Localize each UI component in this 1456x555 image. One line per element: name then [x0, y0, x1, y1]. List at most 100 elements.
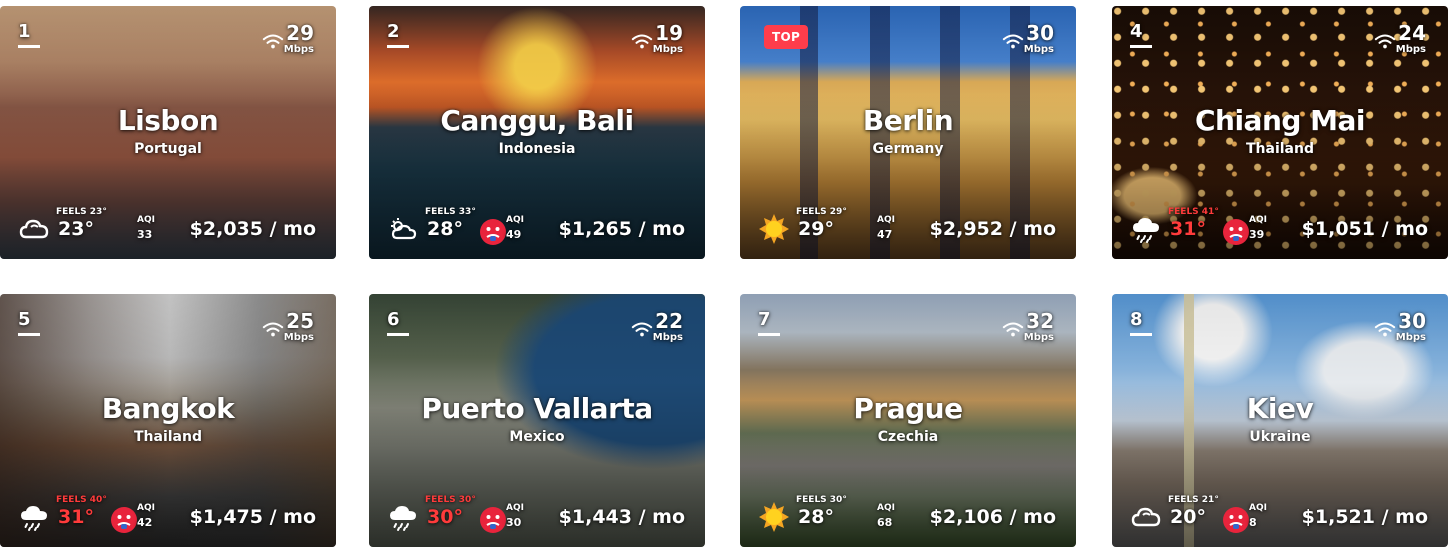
temperature: 30° — [427, 506, 463, 528]
rank-number: 6 — [387, 310, 409, 336]
internet-speed-value: 30 — [1398, 309, 1426, 333]
rain-icon — [1133, 218, 1159, 243]
aqi-label: AQI — [1249, 215, 1267, 225]
aqi-label: AQI — [506, 215, 524, 225]
internet-speed-value: 24 — [1398, 21, 1426, 45]
cost-of-living: $1,443 / mo — [558, 506, 685, 528]
city-card-canggu-bali[interactable]: 2 19 Mbps Canggu, Bali Indonesia FEELS 3… — [369, 6, 705, 259]
internet-speed-value: 29 — [286, 21, 314, 45]
internet-speed-unit: Mbps — [652, 332, 683, 343]
cost-of-living: $2,106 / mo — [929, 506, 1056, 528]
internet-speed-value: 32 — [1026, 309, 1054, 333]
wifi-icon — [1002, 34, 1024, 49]
cost-of-living: $2,952 / mo — [929, 218, 1056, 240]
country-name: Portugal — [134, 141, 202, 157]
aqi-value: 33 — [137, 228, 153, 241]
rank-number: 5 — [18, 310, 40, 336]
aqi-label: AQI — [877, 215, 895, 225]
city-name: Puerto Vallarta — [421, 392, 653, 425]
wifi-icon — [1002, 322, 1024, 337]
country-name: Indonesia — [498, 141, 576, 157]
internet-speed: 24 Mbps — [1396, 22, 1426, 55]
city-card-lisbon[interactable]: 1 29 Mbps Lisbon Portugal FEELS 23° 23° … — [0, 6, 336, 259]
city-card-puerto-vallarta[interactable]: 6 22 Mbps Puerto Vallarta Mexico FEELS 3… — [369, 294, 705, 547]
rank-number: 4 — [1130, 22, 1152, 48]
rank-number: 7 — [758, 310, 780, 336]
rain-icon — [21, 506, 47, 531]
internet-speed-unit: Mbps — [1023, 44, 1054, 55]
wifi-icon — [631, 322, 653, 337]
aqi-label: AQI — [1249, 503, 1267, 513]
aqi-label: AQI — [506, 503, 524, 513]
country-name: Czechia — [877, 429, 939, 445]
cost-of-living: $1,475 / mo — [189, 506, 316, 528]
aqi-value: 30 — [506, 516, 522, 529]
temperature: 23° — [58, 218, 94, 240]
internet-speed: 30 Mbps — [1396, 310, 1426, 343]
internet-speed-unit: Mbps — [1023, 332, 1054, 343]
cloudy-icon — [1131, 507, 1161, 527]
feels-like: FEELS 30° — [425, 495, 476, 505]
feels-like: FEELS 40° — [56, 495, 107, 505]
cost-of-living: $1,521 / mo — [1301, 506, 1428, 528]
internet-speed-unit: Mbps — [283, 44, 314, 55]
feels-like: FEELS 41° — [1168, 207, 1219, 217]
internet-speed: 22 Mbps — [653, 310, 683, 343]
internet-speed: 29 Mbps — [284, 22, 314, 55]
country-name: Ukraine — [1249, 429, 1311, 445]
internet-speed-value: 22 — [655, 309, 683, 333]
rank-number: 8 — [1130, 310, 1152, 336]
internet-speed-unit: Mbps — [1395, 44, 1426, 55]
feels-like: FEELS 23° — [56, 207, 107, 217]
wifi-icon — [262, 322, 284, 337]
aqi-face-icon — [480, 507, 506, 533]
top-badge: TOP — [764, 25, 809, 49]
rank-number: 1 — [18, 22, 40, 48]
aqi-value: 49 — [506, 228, 522, 241]
city-card-berlin[interactable]: TOP 30 Mbps Berlin Germany FEELS 29° 29°… — [740, 6, 1076, 259]
rain-icon — [390, 506, 416, 531]
cloudy-icon — [19, 219, 49, 239]
country-name: Thailand — [134, 429, 202, 445]
city-name: Bangkok — [101, 392, 235, 425]
sun-icon — [759, 502, 789, 532]
country-name: Thailand — [1246, 141, 1314, 157]
city-card-prague[interactable]: 7 32 Mbps Prague Czechia FEELS 30° 28° A… — [740, 294, 1076, 547]
country-name: Mexico — [509, 429, 565, 445]
internet-speed-unit: Mbps — [1395, 332, 1426, 343]
aqi-value: 68 — [877, 516, 893, 529]
internet-speed-value: 25 — [286, 309, 314, 333]
temperature: 31° — [58, 506, 94, 528]
city-card-chiang-mai[interactable]: 4 24 Mbps Chiang Mai Thailand FEELS 41° … — [1112, 6, 1448, 259]
temperature: 29° — [798, 218, 834, 240]
aqi-face-icon — [1223, 219, 1249, 245]
internet-speed-unit: Mbps — [652, 44, 683, 55]
city-name: Kiev — [1246, 392, 1314, 425]
cost-of-living: $1,051 / mo — [1301, 218, 1428, 240]
aqi-label: AQI — [137, 215, 155, 225]
internet-speed-value: 30 — [1026, 21, 1054, 45]
city-name: Canggu, Bali — [440, 104, 634, 137]
city-name: Chiang Mai — [1194, 104, 1366, 137]
aqi-value: 47 — [877, 228, 893, 241]
city-card-kiev[interactable]: 8 30 Mbps Kiev Ukraine FEELS 21° 20° AQI… — [1112, 294, 1448, 547]
aqi-label: AQI — [137, 503, 155, 513]
aqi-value: 42 — [137, 516, 153, 529]
temperature: 20° — [1170, 506, 1206, 528]
city-name: Prague — [853, 392, 963, 425]
wifi-icon — [1374, 34, 1396, 49]
cost-of-living: $1,265 / mo — [558, 218, 685, 240]
aqi-face-icon — [480, 219, 506, 245]
feels-like: FEELS 29° — [796, 207, 847, 217]
internet-speed-value: 19 — [655, 21, 683, 45]
aqi-value: 8 — [1249, 516, 1257, 529]
feels-like: FEELS 33° — [425, 207, 476, 217]
city-grid: 1 29 Mbps Lisbon Portugal FEELS 23° 23° … — [0, 0, 1456, 555]
internet-speed: 19 Mbps — [653, 22, 683, 55]
city-card-bangkok[interactable]: 5 25 Mbps Bangkok Thailand FEELS 40° 31°… — [0, 294, 336, 547]
wifi-icon — [631, 34, 653, 49]
country-name: Germany — [872, 141, 944, 157]
internet-speed: 25 Mbps — [284, 310, 314, 343]
city-name: Lisbon — [117, 104, 219, 137]
wifi-icon — [1374, 322, 1396, 337]
